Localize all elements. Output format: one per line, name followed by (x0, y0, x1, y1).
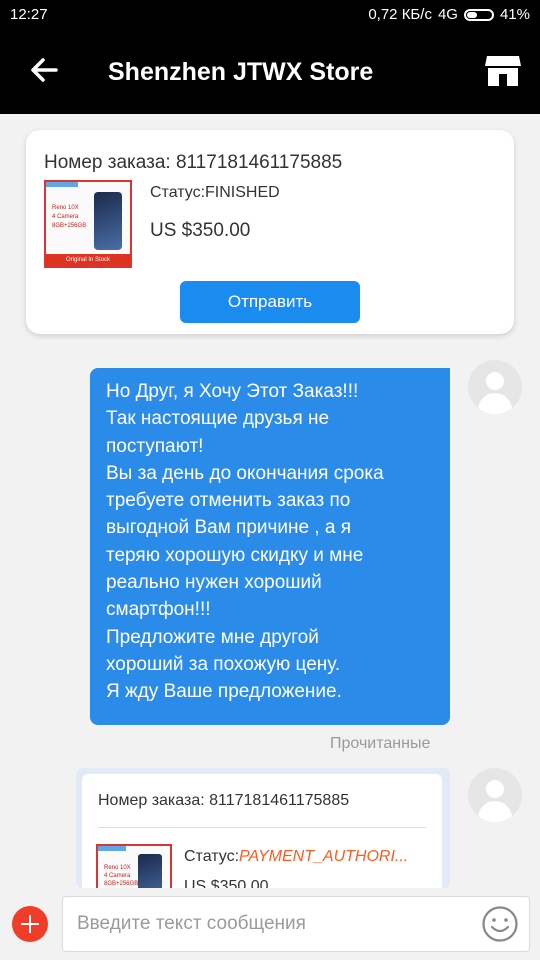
message-line: Так настоящие друзья не (106, 408, 330, 430)
status-value: PAYMENT_AUTHORI... (239, 848, 409, 865)
message-line: хороший за похожую цену. (106, 653, 341, 675)
message-line: смартфон!!! (106, 599, 211, 621)
order-status: Статус:PAYMENT_AUTHORI... (184, 848, 408, 866)
message-line: поступают! (106, 435, 204, 457)
status-bar: 12:27 0,72 КБ/с 4G 41% (0, 0, 540, 30)
thumbnail-banner: Original In Stock (46, 254, 130, 266)
message-line: Но Друг, я Хочу Этот Заказ!!! (106, 381, 359, 402)
order-number: Номер заказа: 8117181461175885 (98, 792, 350, 809)
status-indicators: 0,72 КБ/с 4G 41% (368, 6, 530, 23)
network-speed: 0,72 КБ/с (368, 6, 432, 23)
user-avatar[interactable] (468, 360, 522, 414)
order-number: Номер заказа: 8117181461175885 (44, 152, 343, 173)
message-input[interactable] (62, 896, 530, 952)
arrow-left-icon[interactable] (26, 52, 62, 88)
message-line: теряю хорошую скидку и мне (106, 544, 364, 566)
message-line: требуете отменить заказ по (106, 490, 351, 512)
app-bar: Shenzhen JTWX Store (0, 30, 540, 114)
order-status: Статус:FINISHED (150, 184, 280, 201)
store-title: Shenzhen JTWX Store (108, 58, 374, 86)
order-card-sent[interactable]: Номер заказа: 8117181461175885 Reno 10X … (82, 774, 442, 894)
input-bar (0, 888, 540, 960)
phone-image (94, 192, 122, 250)
emoji-icon[interactable] (481, 905, 519, 943)
message-line: Вы за день до окончания срока (106, 462, 384, 484)
user-avatar[interactable] (468, 768, 522, 822)
send-button[interactable]: Отправить (180, 281, 360, 323)
thumbnail-caption: Reno 10X 4 Camera 8GB+256GB (52, 205, 87, 229)
plus-icon[interactable] (12, 906, 48, 942)
message-line: Я жду Ваше предложение. (106, 681, 342, 703)
status-time: 12:27 (10, 6, 48, 23)
product-thumbnail[interactable]: Reno 10X 4 Camera 8GB+256GB Original In … (44, 180, 132, 268)
message-line: Предложите мне другой (106, 626, 319, 648)
battery-level: 41% (499, 6, 530, 23)
store-icon[interactable] (484, 52, 522, 88)
order-card[interactable]: Номер заказа: 8117181461175885 Reno 10X … (26, 130, 514, 334)
message-line: реально нужен хороший (106, 572, 322, 594)
product-thumbnail[interactable]: Reno 10X 4 Camera 8GB+256GB (96, 844, 172, 894)
battery-icon (463, 8, 494, 21)
thumbnail-caption: Reno 10X 4 Camera 8GB+256GB (104, 865, 139, 887)
order-price: US $350.00 (150, 220, 251, 241)
message-bubble[interactable]: Но Друг, я Хочу Этот Заказ!!! Так настоя… (90, 368, 450, 725)
message-line: выгодной Вам причине , а я (106, 517, 352, 539)
divider (98, 827, 426, 828)
network-type: 4G (437, 6, 458, 23)
read-status: Прочитанные (330, 735, 431, 752)
status-label: Статус: (184, 848, 240, 865)
